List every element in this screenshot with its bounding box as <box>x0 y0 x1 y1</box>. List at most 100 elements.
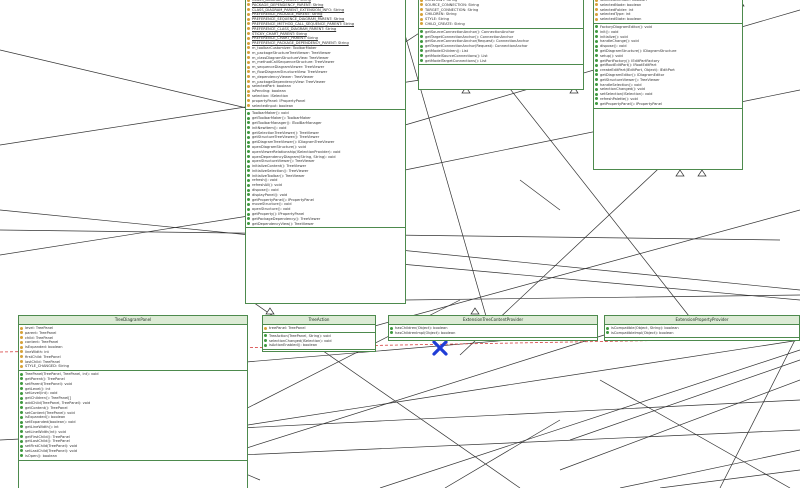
member-signature: getDiagramEditor(): IDiagramEditor <box>600 72 665 77</box>
field-visibility-icon <box>595 17 598 21</box>
method-visibility-icon <box>247 188 250 192</box>
member-signature: selectedNode: boolean <box>600 2 642 7</box>
class-field[interactable]: treePanel: TreePanel <box>263 326 375 331</box>
method-visibility-icon <box>595 87 598 91</box>
method-visibility-icon <box>247 140 250 144</box>
field-visibility-icon <box>247 51 250 55</box>
fields-section: level: TreePanel parent: TreePanel child: … <box>19 325 247 372</box>
method-visibility-icon <box>390 326 393 330</box>
method-visibility-icon <box>247 131 250 135</box>
class-field[interactable]: STYLE_CHANGED: String <box>19 364 247 369</box>
member-signature: refreshPalette(): void <box>600 96 638 101</box>
class-box-top-center[interactable]: CLASS_DIAGRAM_PARENT: String PACKAGE_DEPE… <box>245 0 406 304</box>
method-visibility-icon <box>595 102 598 106</box>
fields-section: CONSTANT: String SOURCE_CONNECTION: Strin… <box>419 0 583 29</box>
method-visibility-icon <box>247 116 250 120</box>
member-signature: setLevel(int): void <box>25 391 58 396</box>
class-box-top-right[interactable]: selectedMember: boolean selectedNode: boo… <box>593 0 743 170</box>
member-signature: getRootEditPart(): IRootEditPart <box>600 63 657 68</box>
member-signature: openDependencyDiagram(String, String): v… <box>252 154 336 159</box>
member-signature: displayPanel(): void <box>252 192 288 197</box>
member-signature: selectionChanged(ISelection): void <box>269 338 332 343</box>
class-box-extension-property-provider[interactable]: ExtensionPropertyProvider isCompatible(O… <box>604 315 800 341</box>
method-visibility-icon <box>247 193 250 197</box>
method-visibility-icon <box>20 430 23 434</box>
field-visibility-icon <box>247 80 250 84</box>
method-visibility-icon <box>595 92 598 96</box>
method-visibility-icon <box>247 212 250 216</box>
class-box-tree-action[interactable]: TreeAction treePanel: TreePanel TreeActi… <box>262 315 376 352</box>
connector-line <box>559 379 800 471</box>
method-visibility-icon <box>247 207 250 211</box>
class-method[interactable]: hasChildrenImpl(Object): boolean <box>389 331 597 336</box>
field-visibility-icon <box>264 326 267 330</box>
member-signature: isCompatible(Object, String): boolean <box>611 326 679 330</box>
class-method[interactable]: getPropertyPanel(): IPropertyPanel <box>594 102 742 107</box>
method-visibility-icon <box>606 326 609 330</box>
member-signature: openStructureViewer(): TreeViewer <box>252 159 315 164</box>
class-field[interactable]: selectedInput: boolean <box>246 104 405 109</box>
member-signature: getProperty(): IPropertyPanel <box>252 212 305 217</box>
member-signature: initializeSelection(): TreeViewer <box>252 168 309 173</box>
member-signature: dispose(): void <box>252 188 279 193</box>
class-box-top-middle[interactable]: CONSTANT: String SOURCE_CONNECTION: Strin… <box>418 0 584 90</box>
member-signature: isActionEnabled(): boolean <box>269 343 318 348</box>
member-signature: PREFERENCE_PACKAGE_PARENT: String <box>252 12 323 17</box>
class-method[interactable]: getModelTargetConnections(): List <box>419 59 583 64</box>
member-signature: PREFERENCE_CLASS_DIAGRAM_PARENT: String <box>252 26 337 31</box>
member-signature: TreePanel(TreePanel, TreePanel, int): vo… <box>25 372 99 377</box>
field-visibility-icon <box>20 331 23 335</box>
member-signature: getToolbarManager(): IToolBarManager <box>252 120 322 125</box>
member-signature: setLastChild(TreePanel): void <box>25 448 77 453</box>
class-method[interactable]: getDependencyView(): TreeViewer <box>246 222 405 227</box>
connector-line <box>404 294 800 301</box>
member-signature: PREFERENCE_CHART_PARENT: String <box>252 36 318 41</box>
method-visibility-icon <box>595 35 598 39</box>
member-signature: SOURCE_CONNECTION: String <box>425 2 479 7</box>
field-visibility-icon <box>420 22 423 26</box>
field-visibility-icon <box>247 0 250 2</box>
class-field[interactable]: CHILD_CREATE: String <box>419 22 583 27</box>
method-visibility-icon <box>595 63 598 67</box>
member-signature: isExpanded: boolean <box>25 345 63 350</box>
field-visibility-icon <box>247 104 250 108</box>
member-signature: openStructure(): void <box>252 207 291 212</box>
connector-line <box>719 329 800 488</box>
member-signature: getSourceConnectionAnchor(Request): Conn… <box>425 39 529 44</box>
member-signature: getPackageDependency(): TreeViewer <box>252 216 321 221</box>
member-signature: CHILDREN: String <box>425 12 457 17</box>
method-visibility-icon <box>264 343 267 347</box>
member-signature: CLASS_DIAGRAM_PARENT: String <box>252 0 311 2</box>
member-signature: addChild(TreePanel, TreePanel): void <box>25 400 91 405</box>
method-visibility-icon <box>20 454 23 458</box>
method-visibility-icon <box>420 59 423 63</box>
member-signature: m_dependencyViewer: TreeViewer <box>252 74 314 79</box>
member-signature: STICKY_CHART_PARENT: String <box>252 31 307 36</box>
class-box-tree-panel[interactable]: TreeDiagramPanel level: TreePanel parent:… <box>18 315 248 488</box>
member-signature: getLineWidth(): int <box>25 424 59 429</box>
class-method[interactable]: isActionEnabled(): boolean <box>263 343 375 348</box>
class-field[interactable]: selectedState: boolean <box>594 17 742 22</box>
method-visibility-icon <box>595 39 598 43</box>
class-box-extension-content-provider[interactable]: ExtensionTreeContentProvider hasChildren… <box>388 315 598 341</box>
member-signature: getContent(): TreePanel <box>25 405 68 410</box>
member-signature: createEditPart(IEditPart, Object): IEdit… <box>600 68 675 73</box>
member-signature: openViewerRelationship(ISelectionProvide… <box>252 149 341 154</box>
member-signature: lastChild: TreePanel <box>25 359 61 364</box>
method-visibility-icon <box>247 135 250 139</box>
class-method[interactable]: isOpen(): boolean <box>19 454 247 459</box>
member-signature: getDependencyView(): TreeViewer <box>252 221 314 226</box>
methods-section: FactoryDiagramEditor(): void init(): void… <box>594 24 742 109</box>
field-visibility-icon <box>20 350 23 354</box>
member-signature: isCompatibleImpl(Object): boolean <box>611 330 674 335</box>
field-visibility-icon <box>247 84 250 88</box>
member-signature: firstChild: TreePanel <box>25 354 61 359</box>
inheritance-arrowhead <box>470 307 480 315</box>
member-signature: setSelection(ISelection): void <box>600 92 653 97</box>
member-signature: level: TreePanel <box>25 326 54 330</box>
class-method[interactable]: isCompatibleImpl(Object): boolean <box>605 331 799 336</box>
method-visibility-icon <box>420 30 423 34</box>
member-signature: isExpanded(): boolean <box>25 415 66 420</box>
member-signature: hasChildrenImpl(Object): boolean <box>395 330 456 335</box>
field-visibility-icon <box>20 340 23 344</box>
